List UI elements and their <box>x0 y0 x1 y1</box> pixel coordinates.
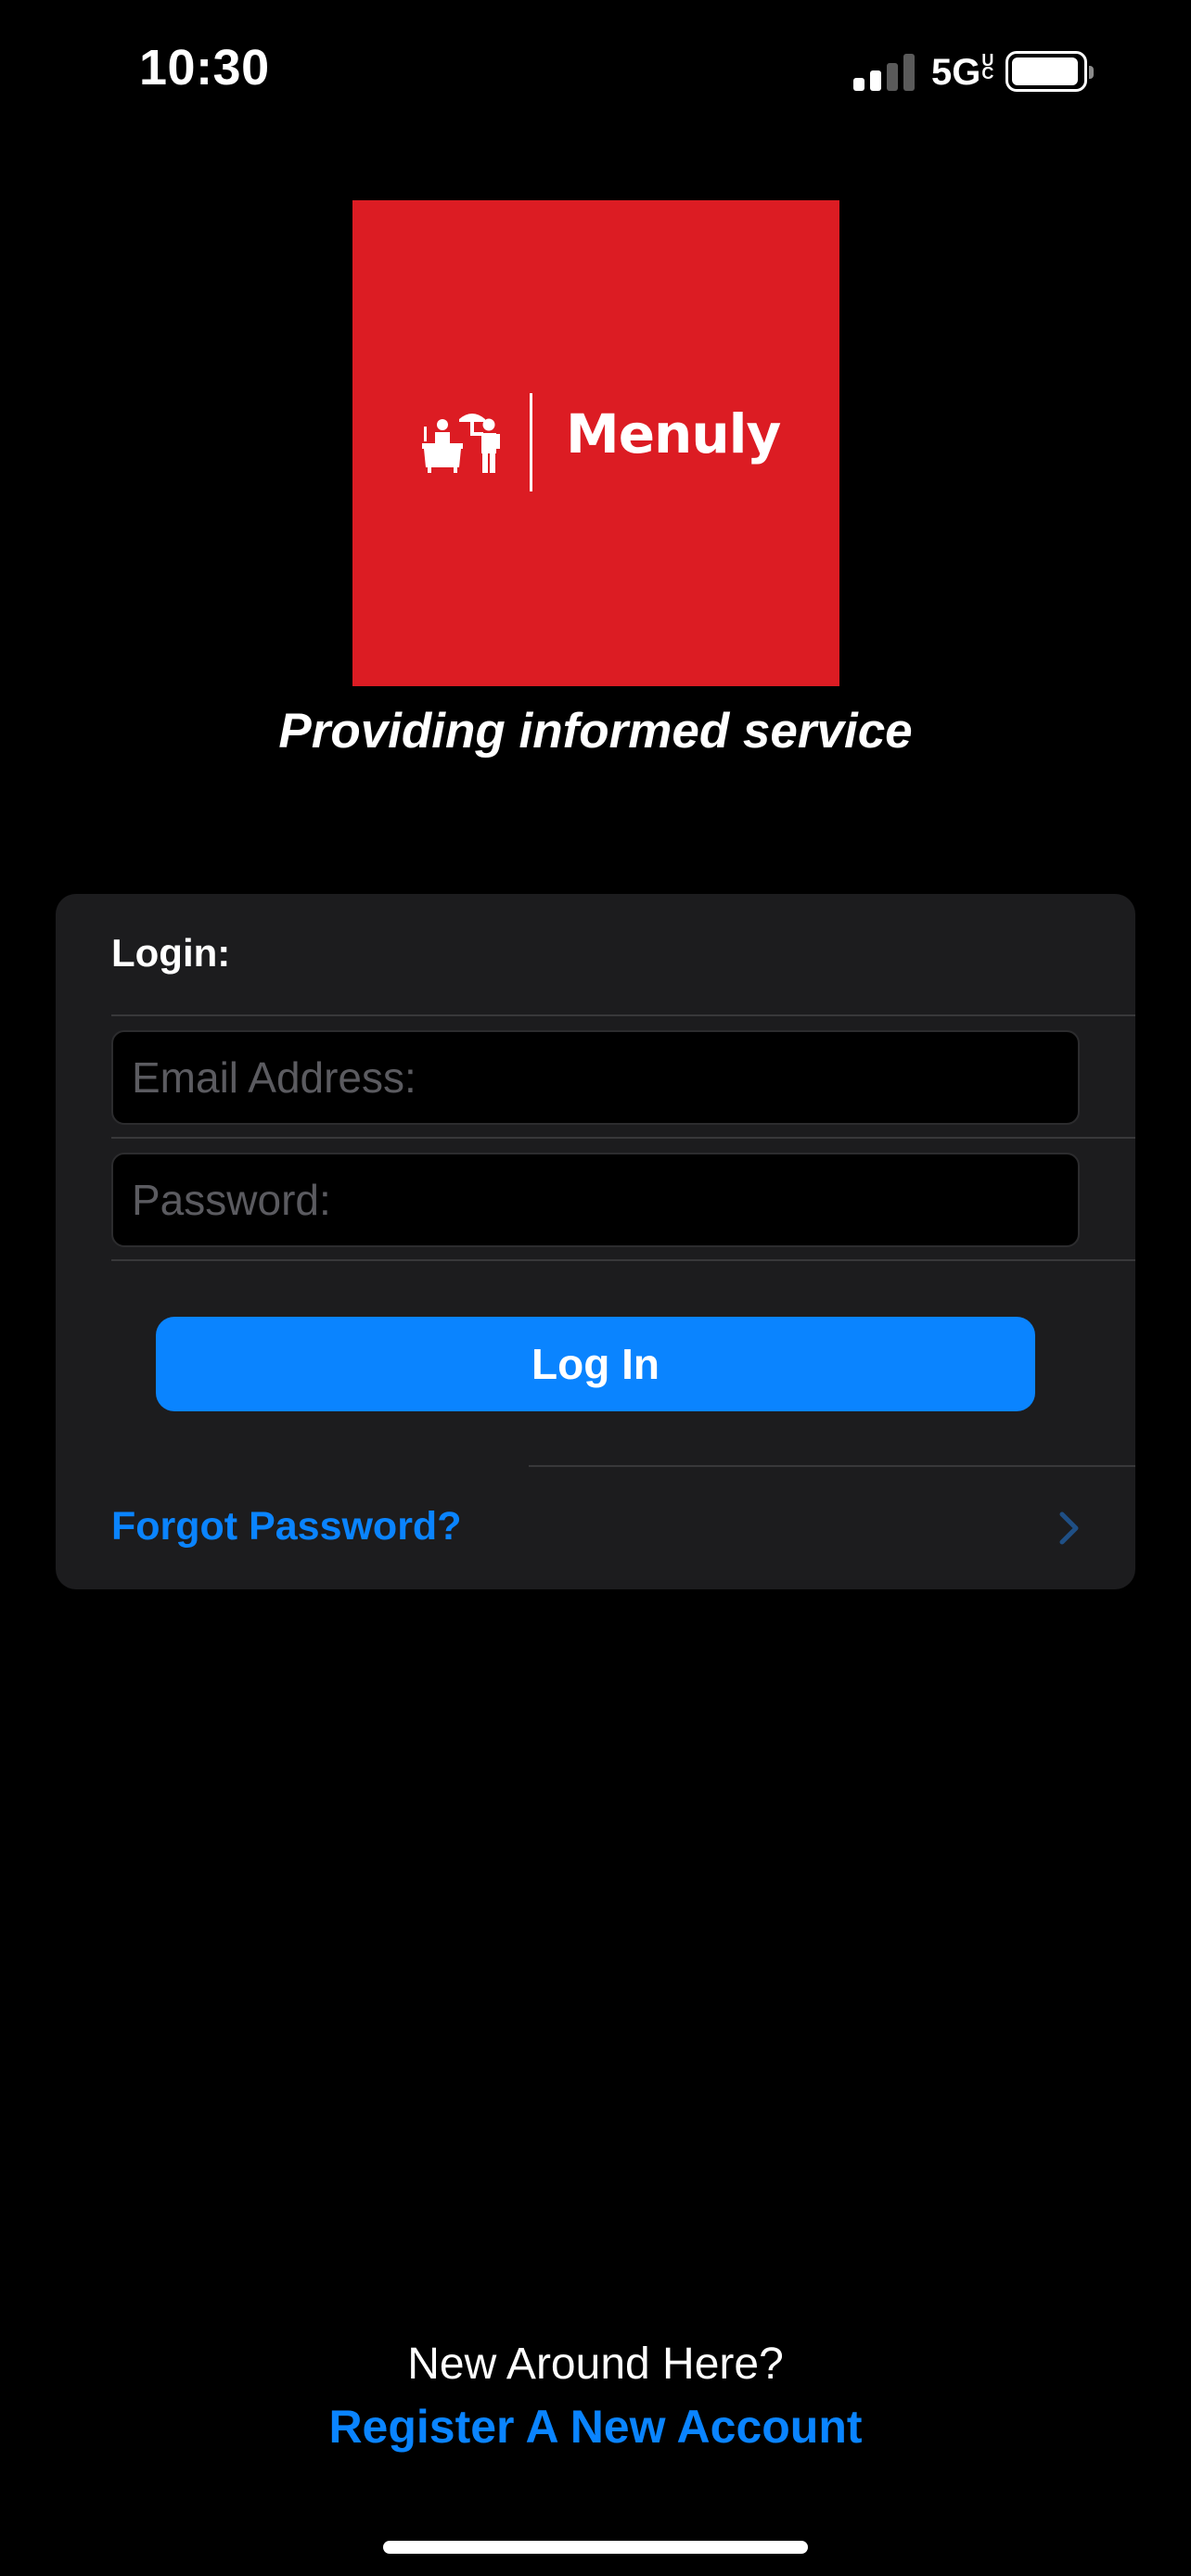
status-indicators: 5GUC <box>853 50 1095 93</box>
register-link[interactable]: Register A New Account <box>0 2400 1191 2454</box>
forgot-password-link[interactable]: Forgot Password? <box>111 1504 461 1549</box>
password-field[interactable] <box>111 1153 1080 1247</box>
app-logo: Menuly <box>352 200 839 686</box>
divider <box>111 1137 1135 1139</box>
divider <box>111 1259 1135 1261</box>
logo-divider <box>530 393 532 491</box>
forgot-password-row[interactable]: Forgot Password? <box>56 1467 1135 1589</box>
network-label: 5GUC <box>931 51 994 93</box>
chevron-right-icon <box>1059 1511 1079 1545</box>
signal-icon <box>853 52 918 91</box>
login-card: Login: Log In Forgot Password? <box>56 894 1135 1589</box>
battery-icon <box>1005 50 1095 92</box>
logo-name: Menuly <box>566 402 781 465</box>
login-card-title: Login: <box>111 931 231 975</box>
divider <box>111 1014 1135 1016</box>
status-time: 10:30 <box>139 40 270 96</box>
network-suffix: UC <box>981 51 994 83</box>
login-button[interactable]: Log In <box>156 1317 1035 1411</box>
home-indicator[interactable] <box>383 2541 808 2554</box>
waiter-serving-icon <box>422 414 500 473</box>
email-field[interactable] <box>111 1030 1080 1125</box>
tagline: Providing informed service <box>278 704 913 759</box>
new-user-prompt: New Around Here? <box>407 2340 784 2389</box>
